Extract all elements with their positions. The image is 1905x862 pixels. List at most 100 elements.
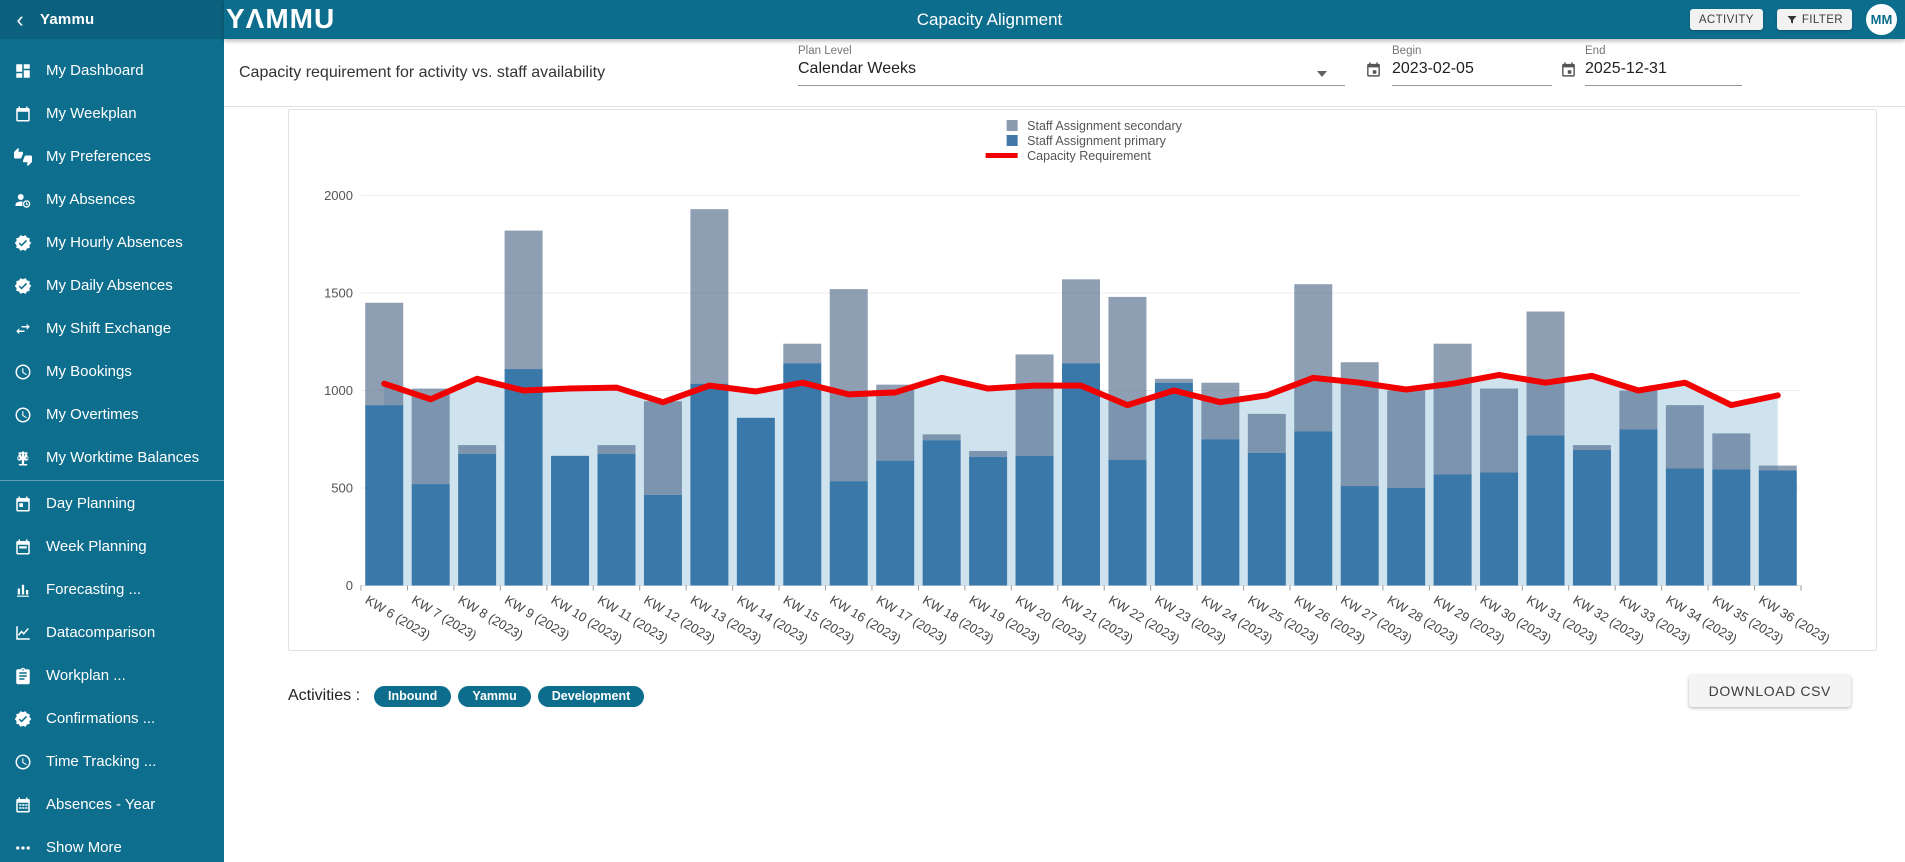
activities-row: Activities : InboundYammuDevelopment DOW…: [288, 679, 1851, 713]
calendar-week-icon: [14, 538, 32, 556]
select-underline: [798, 85, 1345, 86]
sidebar-item-my-overtimes[interactable]: My Overtimes: [0, 393, 224, 436]
app-bar-actions: ACTIVITY FILTER MM: [1690, 0, 1897, 39]
legend-line-marker: [985, 153, 1017, 158]
end-label: End: [1585, 45, 1742, 57]
swap-icon: [14, 320, 32, 338]
sidebar-item-my-hourly-absences[interactable]: My Hourly Absences: [0, 221, 224, 264]
svg-text:500: 500: [331, 481, 353, 496]
calendar-icon[interactable]: [1560, 61, 1577, 78]
begin-value[interactable]: 2023-02-05: [1392, 60, 1552, 78]
chart-legend: Staff Assignment secondaryStaff Assignme…: [983, 118, 1182, 163]
app-root: ‹ Yammu My Dashboard My Weekplan My Pref…: [0, 0, 1905, 862]
sidebar-item-label: Confirmations ...: [46, 710, 155, 727]
calendar-grid-icon: [14, 796, 32, 814]
legend-entry: Capacity Requirement: [983, 148, 1182, 163]
sidebar-item-label: Time Tracking ...: [46, 753, 156, 770]
badge-check-icon: [14, 234, 32, 252]
legend-square-marker: [1006, 135, 1017, 146]
end-date-field[interactable]: End 2025-12-31: [1585, 45, 1742, 86]
activity-chip-development[interactable]: Development: [538, 686, 645, 707]
sidebar-divider: [0, 480, 224, 481]
sidebar-item-label: My Dashboard: [46, 62, 144, 79]
filter-button[interactable]: FILTER: [1777, 9, 1852, 30]
chart-toolbar: Capacity requirement for activity vs. st…: [224, 39, 1905, 107]
sidebar-item-week-planning[interactable]: Week Planning: [0, 525, 224, 568]
plan-level-select[interactable]: Plan Level Calendar Weeks: [798, 45, 1345, 86]
sidebar-item-day-planning[interactable]: Day Planning: [0, 482, 224, 525]
legend-entry: Staff Assignment secondary: [983, 118, 1182, 133]
legend-label: Capacity Requirement: [1027, 149, 1151, 163]
badge-check-icon: [14, 277, 32, 295]
legend-label: Staff Assignment secondary: [1027, 119, 1182, 133]
calendar-icon[interactable]: [1365, 61, 1382, 78]
funnel-icon: [1786, 14, 1798, 26]
avatar[interactable]: MM: [1866, 4, 1897, 35]
clock-icon: [14, 753, 32, 771]
activity-button[interactable]: ACTIVITY: [1690, 9, 1763, 30]
sidebar-item-workplan[interactable]: Workplan ...: [0, 654, 224, 697]
sidebar-item-confirmations[interactable]: Confirmations ...: [0, 697, 224, 740]
sidebar-item-label: My Daily Absences: [46, 277, 173, 294]
sidebar-item-label: Datacomparison: [46, 624, 155, 641]
sidebar-item-my-shift-exchange[interactable]: My Shift Exchange: [0, 307, 224, 350]
bar-chart-icon: [14, 581, 32, 599]
legend-label: Staff Assignment primary: [1027, 134, 1166, 148]
begin-date-field[interactable]: Begin 2023-02-05: [1392, 45, 1552, 86]
clock-icon: [14, 363, 32, 381]
sidebar-item-datacomparison[interactable]: Datacomparison: [0, 611, 224, 654]
svg-text:2000: 2000: [324, 188, 353, 203]
person-clock-icon: [14, 191, 32, 209]
dots-icon: [14, 839, 32, 857]
yammu-logo: YΛMMU: [226, 3, 335, 35]
sidebar-item-label: My Worktime Balances: [46, 449, 199, 466]
calendar-icon: [14, 105, 32, 123]
end-value[interactable]: 2025-12-31: [1585, 60, 1742, 78]
sidebar-item-show-more[interactable]: Show More: [0, 826, 224, 862]
sidebar-item-absences-year[interactable]: Absences - Year: [0, 783, 224, 826]
plan-level-value: Calendar Weeks: [798, 60, 1345, 78]
sidebar-item-label: My Overtimes: [46, 406, 139, 423]
back-chevron-icon[interactable]: ‹: [0, 2, 40, 38]
sidebar-item-label: Absences - Year: [46, 796, 155, 813]
line-chart-icon: [14, 624, 32, 642]
sidebar-item-my-weekplan[interactable]: My Weekplan: [0, 92, 224, 135]
plan-level-label: Plan Level: [798, 45, 1345, 57]
content-area: Staff Assignment secondaryStaff Assignme…: [224, 107, 1905, 862]
legend-entry: Staff Assignment primary: [983, 133, 1182, 148]
begin-label: Begin: [1392, 45, 1552, 57]
sidebar-item-my-preferences[interactable]: My Preferences: [0, 135, 224, 178]
sidebar-item-my-daily-absences[interactable]: My Daily Absences: [0, 264, 224, 307]
sidebar-item-my-dashboard[interactable]: My Dashboard: [0, 49, 224, 92]
clock-icon: [14, 406, 32, 424]
chart-headline: Capacity requirement for activity vs. st…: [239, 64, 605, 82]
badge-check-icon: [14, 710, 32, 728]
sidebar-item-time-tracking[interactable]: Time Tracking ...: [0, 740, 224, 783]
sidebar-item-label: My Preferences: [46, 148, 151, 165]
main-area: YΛMMU Capacity Alignment ACTIVITY FILTER…: [224, 0, 1905, 862]
sidebar-item-my-bookings[interactable]: My Bookings: [0, 350, 224, 393]
sidebar-item-label: My Weekplan: [46, 105, 137, 122]
sidebar-item-label: My Shift Exchange: [46, 320, 171, 337]
app-bar: YΛMMU Capacity Alignment ACTIVITY FILTER…: [224, 0, 1905, 39]
chevron-down-icon: [1317, 71, 1327, 77]
svg-text:0: 0: [346, 578, 353, 593]
sidebar-item-my-worktime-balances[interactable]: My Worktime Balances: [0, 436, 224, 479]
chart-card: Staff Assignment secondaryStaff Assignme…: [288, 109, 1877, 651]
activities-label: Activities :: [288, 687, 360, 705]
sidebar-menu: My Dashboard My Weekplan My Preferences …: [0, 39, 224, 862]
sidebar: ‹ Yammu My Dashboard My Weekplan My Pref…: [0, 0, 224, 862]
capacity-chart[interactable]: 0500100015002000KW 6 (2023)KW 7 (2023)KW…: [289, 110, 1876, 650]
sidebar-title: Yammu: [40, 11, 94, 28]
legend-square-marker: [1006, 120, 1017, 131]
activity-chip-inbound[interactable]: Inbound: [374, 686, 451, 707]
download-csv-button[interactable]: DOWNLOAD CSV: [1689, 675, 1851, 707]
sidebar-item-my-absences[interactable]: My Absences: [0, 178, 224, 221]
sidebar-item-label: My Hourly Absences: [46, 234, 183, 251]
sidebar-item-label: Week Planning: [46, 538, 147, 555]
activity-chip-yammu[interactable]: Yammu: [458, 686, 530, 707]
sidebar-item-forecasting[interactable]: Forecasting ...: [0, 568, 224, 611]
svg-text:1500: 1500: [324, 286, 353, 301]
calendar-day-icon: [14, 495, 32, 513]
sidebar-item-label: My Bookings: [46, 363, 132, 380]
